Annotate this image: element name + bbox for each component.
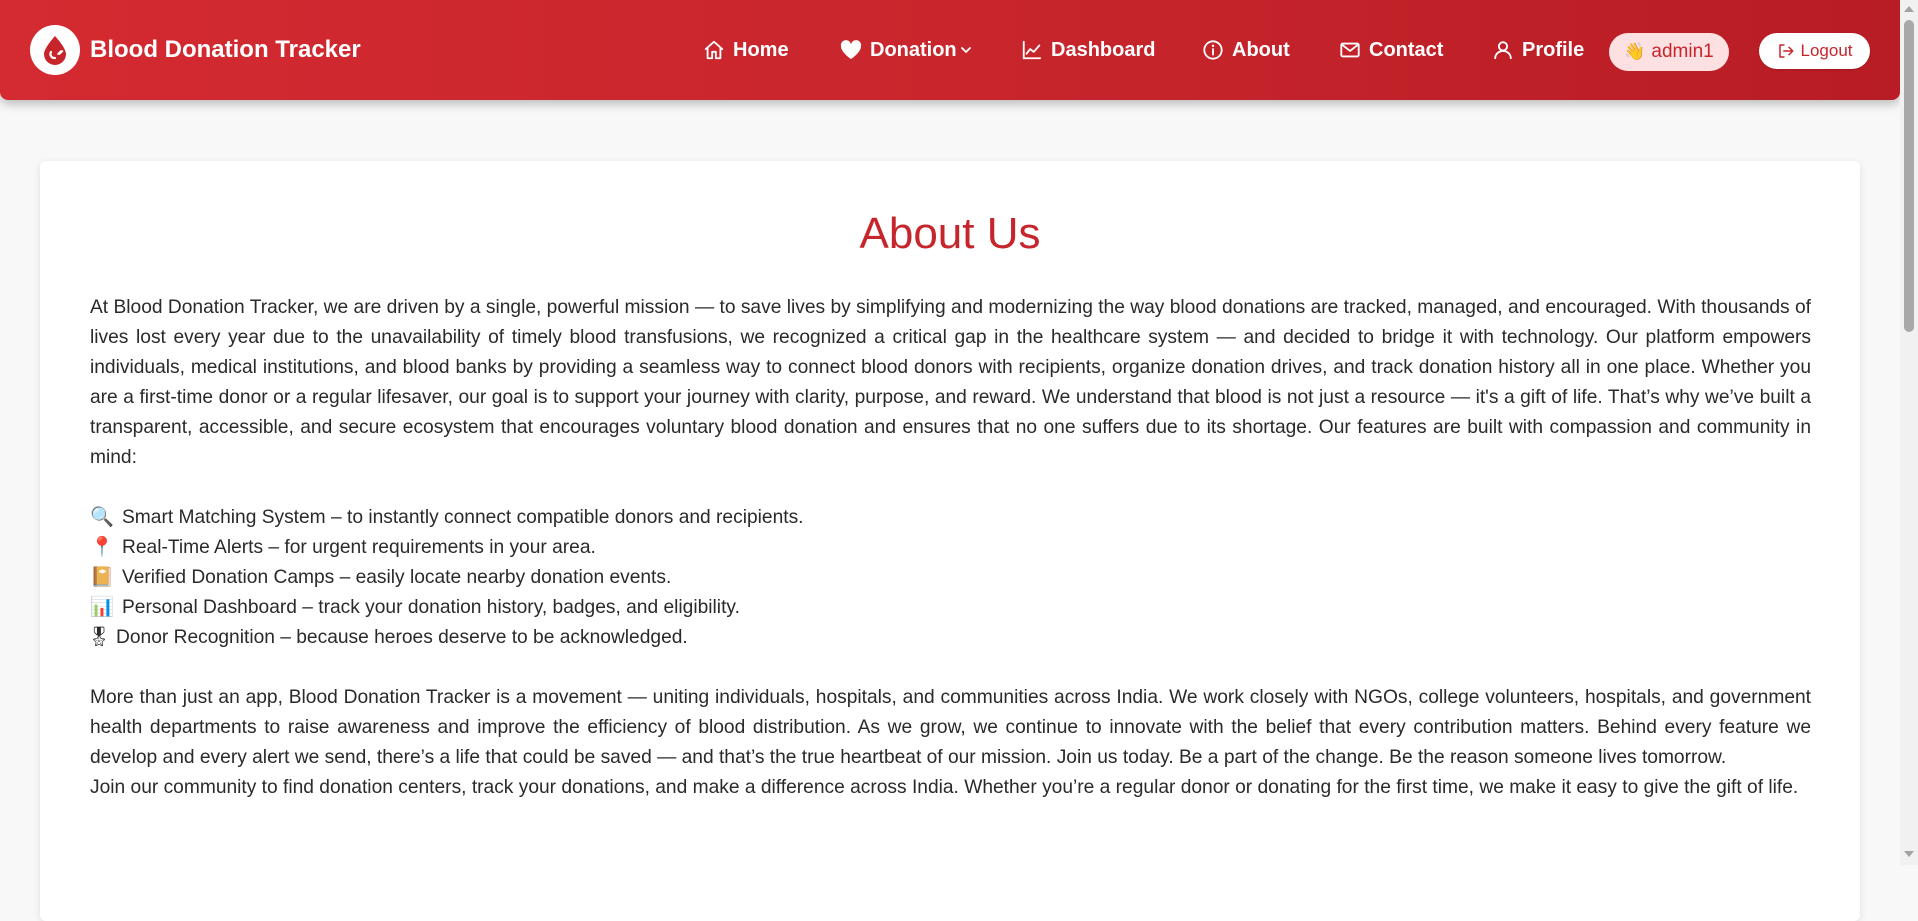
feature-item-real-time-alerts: 📍 Real-Time Alerts – for urgent requirem… bbox=[90, 533, 1811, 563]
feature-item-smart-matching: 🔍 Smart Matching System – to instantly c… bbox=[90, 503, 1811, 533]
chevron-down-icon bbox=[960, 47, 971, 54]
nav-contact[interactable]: Contact bbox=[1339, 34, 1443, 66]
nav-donation-dropdown[interactable]: Donation bbox=[840, 34, 973, 66]
about-content: At Blood Donation Tracker, we are driven… bbox=[86, 293, 1811, 803]
brand-title: Blood Donation Tracker bbox=[90, 36, 361, 63]
magnifying-glass-icon: 🔍 bbox=[90, 507, 114, 528]
username-label: admin1 bbox=[1651, 41, 1714, 62]
feature-text: Personal Dashboard – track your donation… bbox=[122, 597, 740, 618]
scroll-up-arrow-icon[interactable] bbox=[1904, 6, 1914, 12]
page-title: About Us bbox=[859, 209, 1041, 258]
about-movement-paragraph: More than just an app, Blood Donation Tr… bbox=[90, 687, 1811, 768]
nav-profile-label: Profile bbox=[1522, 38, 1585, 61]
nav-home[interactable]: Home bbox=[703, 34, 789, 66]
feature-text: Donor Recognition – because heroes deser… bbox=[116, 627, 688, 648]
top-navbar: Blood Donation Tracker Home Donation Das… bbox=[0, 0, 1900, 100]
nav-contact-label: Contact bbox=[1369, 38, 1444, 61]
about-closing-paragraph: Join our community to find donation cent… bbox=[90, 777, 1799, 798]
feature-text: Verified Donation Camps – easily locate … bbox=[122, 567, 672, 588]
mail-icon bbox=[1340, 42, 1360, 58]
logout-button[interactable]: Logout bbox=[1759, 33, 1870, 69]
nav-dashboard-label: Dashboard bbox=[1051, 38, 1156, 61]
notebook-icon: 📔 bbox=[90, 567, 114, 588]
feature-text: Smart Matching System – to instantly con… bbox=[122, 507, 804, 528]
feature-item-donor-recognition: 🎖 Donor Recognition – because heroes des… bbox=[86, 623, 1811, 653]
nav-about[interactable]: About bbox=[1202, 34, 1290, 66]
info-icon bbox=[1203, 40, 1223, 60]
medal-icon: 🎖 bbox=[86, 627, 112, 648]
bar-chart-icon: 📊 bbox=[90, 597, 114, 618]
logout-label: Logout bbox=[1800, 41, 1853, 60]
blood-drop-logo-icon bbox=[30, 25, 80, 75]
nav-profile[interactable]: Profile bbox=[1492, 34, 1584, 66]
user-icon bbox=[1494, 41, 1512, 60]
logout-icon bbox=[1778, 44, 1793, 58]
about-intro-paragraph: At Blood Donation Tracker, we are driven… bbox=[90, 297, 1811, 468]
nav-donation-label: Donation bbox=[870, 38, 957, 61]
home-icon bbox=[704, 40, 724, 60]
feature-text: Real-Time Alerts – for urgent requiremen… bbox=[122, 537, 596, 558]
feature-list: 🔍 Smart Matching System – to instantly c… bbox=[86, 503, 1811, 653]
chart-icon bbox=[1022, 40, 1042, 60]
location-pin-icon: 📍 bbox=[90, 537, 114, 558]
heart-icon bbox=[840, 40, 862, 60]
nav-dashboard[interactable]: Dashboard bbox=[1021, 34, 1155, 66]
nav-home-label: Home bbox=[733, 38, 789, 61]
scrollbar-thumb[interactable] bbox=[1904, 20, 1914, 332]
user-badge[interactable]: 👋 admin1 bbox=[1609, 33, 1729, 71]
feature-item-donation-camps: 📔 Verified Donation Camps – easily locat… bbox=[90, 563, 1811, 593]
nav-about-label: About bbox=[1232, 38, 1290, 61]
page-scrollbar[interactable] bbox=[1900, 0, 1918, 865]
feature-item-personal-dashboard: 📊 Personal Dashboard – track your donati… bbox=[90, 593, 1811, 623]
brand-link[interactable]: Blood Donation Tracker bbox=[30, 25, 361, 75]
about-card: About Us At Blood Donation Tracker, we a… bbox=[40, 161, 1860, 921]
waving-hand-icon: 👋 bbox=[1624, 42, 1646, 61]
scroll-down-arrow-icon[interactable] bbox=[1904, 851, 1914, 857]
